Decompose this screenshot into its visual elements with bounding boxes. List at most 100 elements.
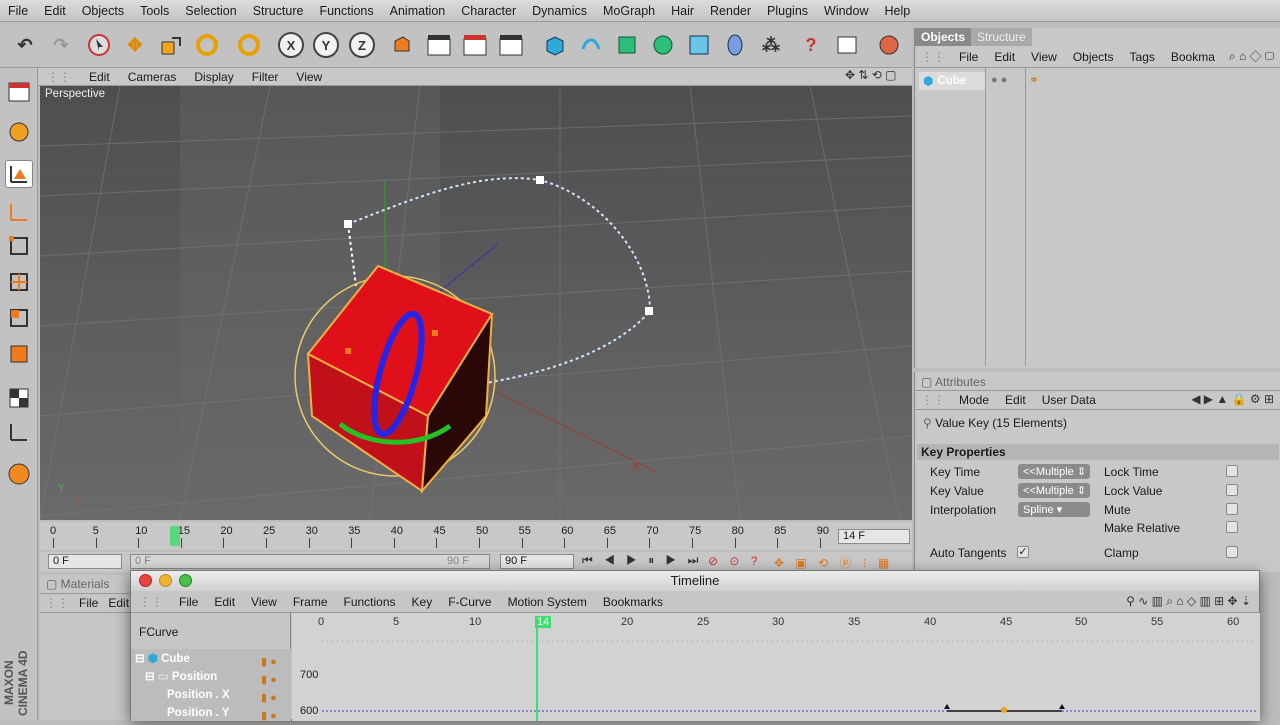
attributes-menu-edit[interactable]: Edit <box>997 393 1034 407</box>
fcurve-graph[interactable]: 0 5 10 14 20 25 30 35 40 45 50 55 60 700 600 <box>292 613 1260 721</box>
render-settings-icon[interactable] <box>496 30 526 60</box>
tab-structure[interactable]: Structure <box>971 28 1032 46</box>
render-picture-viewer-icon[interactable] <box>460 30 490 60</box>
tab-objects[interactable]: Objects <box>915 28 972 46</box>
start-frame-field[interactable]: 0 F <box>48 554 122 569</box>
timeline-menu-frame[interactable]: Frame <box>285 595 336 609</box>
edit-mode-icon[interactable] <box>5 78 33 106</box>
edges-mode-icon[interactable] <box>5 268 33 296</box>
attributes-nav-icons[interactable]: ◀ ▶ ▲ 🔒 ⚙ ⊞ <box>1191 392 1274 406</box>
current-frame-field[interactable]: 14 F <box>838 529 910 544</box>
environment-icon[interactable] <box>720 30 750 60</box>
timeline-menu-bookmarks[interactable]: Bookmarks <box>595 595 671 609</box>
tree-item-position[interactable]: ⊟ ▭ Position <box>145 669 217 685</box>
points-mode-icon[interactable] <box>5 232 33 260</box>
menu-mograph[interactable]: MoGraph <box>595 4 663 18</box>
range-slider[interactable]: 0 F 90 F <box>130 554 490 569</box>
menu-dynamics[interactable]: Dynamics <box>524 4 595 18</box>
viewport-menu-view[interactable]: View <box>287 70 331 84</box>
objects-menu-edit[interactable]: Edit <box>986 50 1023 64</box>
objects-search-icon[interactable]: ⌕ ⌂ ◇ ▢ <box>1229 49 1274 64</box>
menu-animation[interactable]: Animation <box>382 4 454 18</box>
time-ruler[interactable]: 0 5 10 15 20 25 30 35 40 45 50 55 60 65 70 75 80 85 90 14 … <box>40 522 912 550</box>
axis-mode-icon[interactable] <box>5 198 33 226</box>
menu-window[interactable]: Window <box>816 4 876 18</box>
scale-tool-icon[interactable] <box>156 30 186 60</box>
timeline-menu-f-curve[interactable]: F-Curve <box>440 595 499 609</box>
menu-tools[interactable]: Tools <box>132 4 177 18</box>
tree-item-position-y[interactable]: Position . Y <box>167 705 229 721</box>
playback-controls[interactable]: ⏮ ◀ ▶ ⏸ ▶ ⏭ <box>582 553 702 568</box>
tree-item-position-x[interactable]: Position . X <box>167 687 230 703</box>
select-tool-icon[interactable] <box>84 30 114 60</box>
timeline-menu-view[interactable]: View <box>243 595 285 609</box>
spline-pen-icon[interactable] <box>576 30 606 60</box>
menu-plugins[interactable]: Plugins <box>759 4 816 18</box>
interpolation-dropdown[interactable]: Spline ▾ <box>1018 502 1090 517</box>
array-icon[interactable] <box>648 30 678 60</box>
menu-hair[interactable]: Hair <box>663 4 702 18</box>
timeline-menu-edit[interactable]: Edit <box>206 595 243 609</box>
x-axis-button[interactable]: X <box>278 32 304 58</box>
viewport-menu-cameras[interactable]: Cameras <box>119 70 186 84</box>
viewport-nav-icons[interactable]: ✥ ⇅ ⟲ ▢ <box>845 68 897 82</box>
objects-menu-view[interactable]: View <box>1023 50 1065 64</box>
key-controls[interactable]: ✥ ▣ ⟲ ⓟ ⁝ ▦ <box>774 554 893 571</box>
lock-time-checkbox[interactable] <box>1226 465 1238 477</box>
viewport-menu-filter[interactable]: Filter <box>243 70 288 84</box>
timeline-menu-file[interactable]: File <box>171 595 206 609</box>
auto-tangents-checkbox[interactable]: ✓ <box>1017 546 1029 558</box>
tag-icon[interactable]: ⚭ <box>1029 73 1039 87</box>
make-relative-checkbox[interactable] <box>1226 521 1238 533</box>
z-axis-button[interactable]: Z <box>349 32 375 58</box>
rotate-tool-icon[interactable] <box>192 30 222 60</box>
uv-mode-icon[interactable] <box>5 340 33 368</box>
layout-icon[interactable] <box>874 30 904 60</box>
menu-character[interactable]: Character <box>453 4 524 18</box>
attributes-menu-mode[interactable]: Mode <box>951 393 997 407</box>
attributes-menu-user-data[interactable]: User Data <box>1034 393 1104 407</box>
close-window-button[interactable] <box>139 574 152 587</box>
menu-file[interactable]: File <box>0 4 36 18</box>
perspective-viewport[interactable]: X Y X Perspective <box>40 86 912 520</box>
end-frame-field[interactable]: 90 F <box>500 554 574 569</box>
timeline-toolbar-icons[interactable]: ⚲ ∿ ▥ ⌕ ⌂ ◇ ▥ ⊞ ✥ ⇣ <box>1126 594 1251 609</box>
object-mode-icon[interactable] <box>5 160 33 188</box>
menu-selection[interactable]: Selection <box>177 4 244 18</box>
viewport-menu-edit[interactable]: Edit <box>80 70 119 84</box>
materials-menu-file[interactable]: File <box>74 596 103 610</box>
timeline-layout-icon[interactable] <box>832 30 862 60</box>
menu-render[interactable]: Render <box>702 4 759 18</box>
menu-structure[interactable]: Structure <box>245 4 312 18</box>
menu-objects[interactable]: Objects <box>74 4 132 18</box>
object-row-cube[interactable]: ⬢ Cube <box>919 72 985 90</box>
objects-menu-file[interactable]: File <box>951 50 986 64</box>
y-axis-button[interactable]: Y <box>313 32 339 58</box>
key-value-field[interactable]: <<Multiple ⇕ <box>1018 483 1090 498</box>
help-tool-icon[interactable]: ? <box>796 30 826 60</box>
lock-value-checkbox[interactable] <box>1226 484 1238 496</box>
minimize-window-button[interactable] <box>159 574 172 587</box>
objects-menu-objects[interactable]: Objects <box>1065 50 1122 64</box>
track-lock-icons[interactable]: ▮ ● ▮ ● ▮ ● ▮ ● <box>261 653 277 725</box>
record-controls[interactable]: ⊘ ⊙ ? <box>708 554 761 568</box>
mute-checkbox[interactable] <box>1226 503 1238 515</box>
texture-mode-icon[interactable] <box>5 384 33 412</box>
snap-icon[interactable] <box>5 460 33 488</box>
coordinate-system-icon[interactable] <box>386 30 416 60</box>
nurbs-icon[interactable] <box>612 30 642 60</box>
model-mode-icon[interactable] <box>5 118 33 146</box>
menu-help[interactable]: Help <box>877 4 919 18</box>
render-view-icon[interactable] <box>424 30 454 60</box>
objects-menu-bookma[interactable]: Bookma <box>1163 50 1223 64</box>
playhead-marker[interactable] <box>170 526 180 546</box>
workplane-icon[interactable] <box>5 418 33 446</box>
objects-menu-tags[interactable]: Tags <box>1122 50 1163 64</box>
polygons-mode-icon[interactable] <box>5 304 33 332</box>
move-tool-icon[interactable]: ✥ <box>120 30 150 60</box>
menu-functions[interactable]: Functions <box>311 4 381 18</box>
deformer-icon[interactable] <box>684 30 714 60</box>
visibility-dots[interactable]: ● ● <box>991 74 1007 86</box>
tree-item-cube[interactable]: ⊟ ⬢ Cube <box>135 651 190 667</box>
zoom-window-button[interactable] <box>179 574 192 587</box>
